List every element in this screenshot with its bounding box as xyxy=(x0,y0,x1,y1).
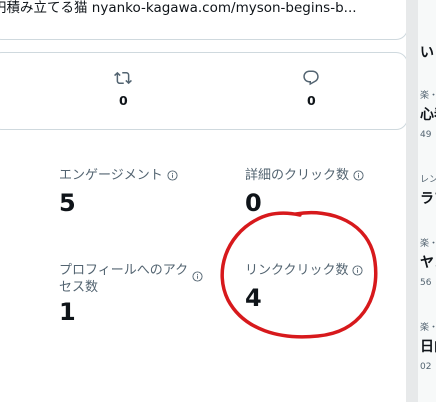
trend-title[interactable]: い xyxy=(420,42,434,62)
info-icon[interactable] xyxy=(352,265,364,276)
trend-title[interactable]: ヤン xyxy=(420,252,436,272)
stat-detail-clicks-value: 0 xyxy=(245,189,262,217)
trend-category: 楽・ xyxy=(420,91,436,101)
trend-count: 49 xyxy=(420,130,432,140)
reply-icon[interactable] xyxy=(302,69,320,87)
trend-count: 02 xyxy=(420,362,432,372)
trend-category: 楽・ xyxy=(420,239,436,249)
stat-detail-clicks-label: 詳細のクリック数 xyxy=(245,167,364,184)
retweet-count: 0 xyxy=(119,93,128,108)
stat-engagement-label: エンゲージメント xyxy=(59,167,178,184)
retweet-icon[interactable] xyxy=(114,69,132,87)
stat-link-clicks-label: リンククリック数 xyxy=(245,262,364,279)
trend-title[interactable]: 心春 xyxy=(420,104,436,124)
tweet-preview-card[interactable]: 円積み立てる猫 nyanko-kagawa.com/myson-begins-b… xyxy=(0,0,408,40)
trend-count: 56 xyxy=(420,278,432,288)
reply-count: 0 xyxy=(307,93,316,108)
info-icon[interactable] xyxy=(167,170,178,181)
panel-divider xyxy=(406,0,418,402)
tweet-link-text[interactable]: 円積み立てる猫 nyanko-kagawa.com/myson-begins-b… xyxy=(0,0,393,17)
trend-title[interactable]: ラブ xyxy=(420,188,436,208)
trend-category: レン xyxy=(420,175,436,185)
trend-category: 楽・ xyxy=(420,323,436,333)
stat-profile-visits-value: 1 xyxy=(59,298,76,326)
info-icon[interactable] xyxy=(192,271,203,282)
stat-engagement-value: 5 xyxy=(59,189,76,217)
info-icon[interactable] xyxy=(353,170,364,181)
trend-title[interactable]: 日向 xyxy=(420,336,436,356)
trends-sidebar: い 楽・ 心春 49 レン ラブ 楽・ ヤン 56 楽・ 日向 02 xyxy=(418,0,436,402)
stat-profile-visits-label: プロフィールへのアクセス数 xyxy=(59,263,189,295)
tweet-metrics-bar: 0 0 xyxy=(0,52,408,130)
stat-link-clicks-value: 4 xyxy=(245,284,262,312)
